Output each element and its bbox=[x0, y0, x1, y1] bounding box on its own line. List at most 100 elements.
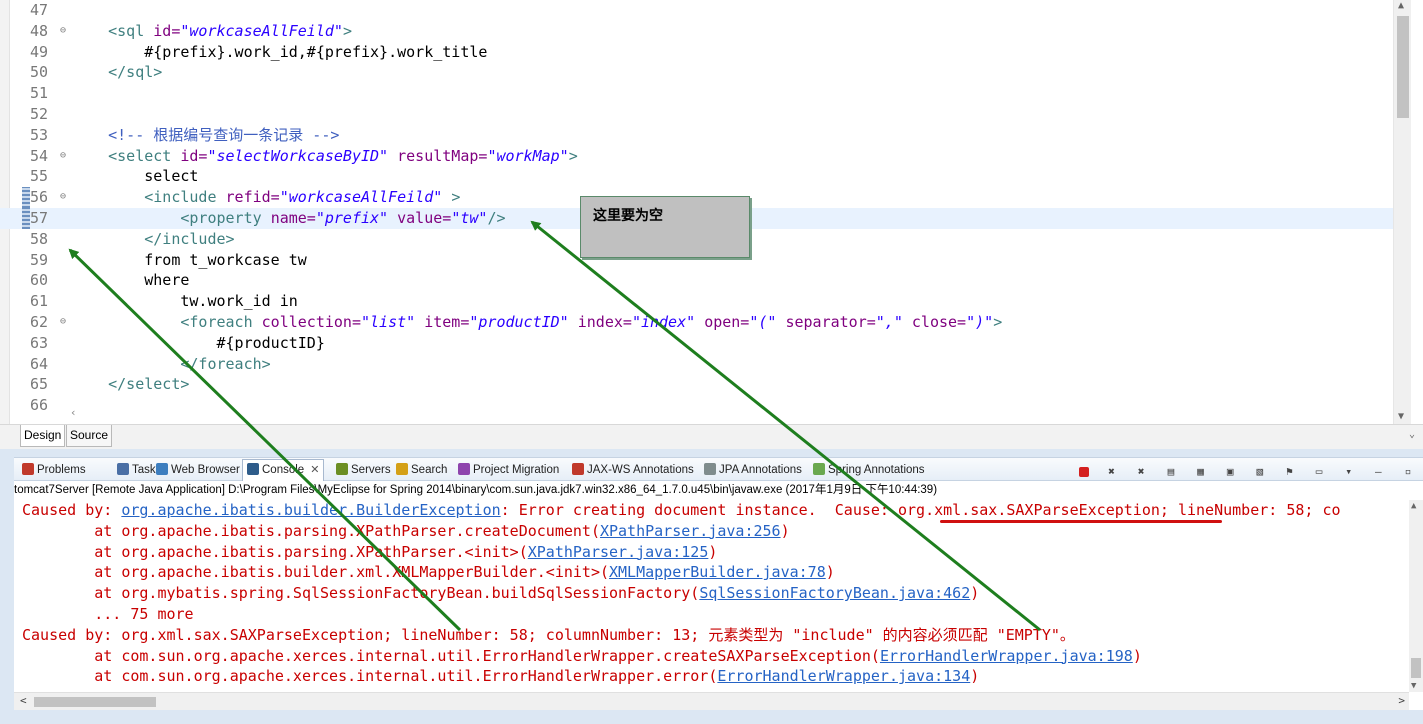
code-text[interactable]: </include> bbox=[72, 229, 234, 250]
code-line[interactable]: 65 </select> bbox=[0, 374, 1393, 395]
code-line[interactable]: 60 where bbox=[0, 270, 1393, 291]
code-line[interactable]: 48 ⊖ <sql id="workcaseAllFeild"> bbox=[0, 21, 1393, 42]
console-hscroll-thumb[interactable] bbox=[34, 697, 156, 707]
fold-toggle-icon[interactable]: ⊖ bbox=[60, 187, 66, 208]
stacktrace-link[interactable]: SqlSessionFactoryBean.java:462 bbox=[699, 584, 970, 602]
word-wrap-icon[interactable]: ▣ bbox=[1223, 465, 1237, 479]
fold-toggle-icon[interactable]: ⊖ bbox=[60, 312, 66, 333]
console-line: at com.sun.org.apache.xerces.internal.ut… bbox=[22, 666, 979, 687]
code-text[interactable]: <!-- 根据编号查询一条记录 --> bbox=[72, 125, 339, 146]
stacktrace-link[interactable]: ErrorHandlerWrapper.java:198 bbox=[880, 647, 1133, 665]
fold-toggle-icon[interactable]: ⊖ bbox=[60, 146, 66, 167]
terminate-icon[interactable] bbox=[1078, 466, 1089, 477]
stacktrace-link[interactable]: ErrorHandlerWrapper.java:134 bbox=[717, 667, 970, 685]
code-text[interactable]: tw.work_id in bbox=[72, 291, 297, 312]
code-text[interactable]: </select> bbox=[72, 374, 189, 395]
console-output[interactable]: Caused by: org.apache.ibatis.builder.Bui… bbox=[14, 500, 1409, 692]
code-text[interactable]: <include refid="workcaseAllFeild" > bbox=[72, 187, 460, 208]
code-text[interactable]: <foreach collection="list" item="product… bbox=[72, 312, 1002, 333]
tab-web-browser[interactable]: Web Browser bbox=[156, 461, 240, 479]
code-line[interactable]: 47 bbox=[0, 0, 1393, 21]
code-text[interactable]: from t_workcase tw bbox=[72, 250, 307, 271]
code-line[interactable]: 54 ⊖ <select id="selectWorkcaseByID" resu… bbox=[0, 146, 1393, 167]
console-text: at com.sun.org.apache.xerces.internal.ut… bbox=[22, 667, 718, 686]
code-text[interactable]: <property name="prefix" value="tw"/> bbox=[72, 208, 505, 229]
fold-toggle-icon[interactable]: ⊖ bbox=[60, 21, 66, 42]
tab-servers[interactable]: Servers bbox=[336, 461, 391, 479]
tab-spring-annotations[interactable]: Spring Annotations bbox=[813, 461, 925, 479]
code-token: </sql> bbox=[108, 63, 163, 82]
stacktrace-link[interactable]: XMLMapperBuilder.java:78 bbox=[609, 563, 826, 581]
code-text[interactable]: </sql> bbox=[72, 62, 162, 83]
chevron-down-icon[interactable]: ⌄ bbox=[1409, 429, 1415, 440]
change-marker bbox=[22, 187, 30, 208]
tab-search[interactable]: Search bbox=[396, 461, 447, 479]
editor-horizontal-scrollbar[interactable]: ‹ bbox=[70, 406, 1393, 422]
tab-tasks[interactable]: Tasks bbox=[117, 461, 161, 479]
tab-source[interactable]: Source bbox=[66, 425, 113, 447]
view-tab-label: Project Migration bbox=[473, 464, 560, 476]
editor-scroll-thumb[interactable] bbox=[1397, 16, 1409, 118]
maximize-icon[interactable]: ▫ bbox=[1401, 465, 1415, 479]
code-line[interactable]: 50 </sql> bbox=[0, 62, 1393, 83]
code-text[interactable]: </foreach> bbox=[72, 354, 270, 375]
code-text[interactable]: <select id="selectWorkcaseByID" resultMa… bbox=[72, 146, 578, 167]
code-token: value= bbox=[397, 209, 452, 227]
remove-launch-icon[interactable]: ✖ bbox=[1105, 465, 1119, 479]
code-text[interactable]: <sql id="workcaseAllFeild"> bbox=[72, 21, 352, 42]
console-text: at org.apache.ibatis.parsing.XPathParser… bbox=[22, 521, 600, 540]
tab-project-migration[interactable]: Project Migration bbox=[458, 461, 559, 479]
tab-design[interactable]: Design bbox=[20, 425, 66, 447]
line-number: 65 bbox=[30, 375, 49, 394]
code-line[interactable]: 53 <!-- 根据编号查询一条记录 --> bbox=[0, 125, 1393, 146]
scroll-right-icon[interactable]: > bbox=[1398, 694, 1405, 707]
remove-all-icon[interactable]: ✖ bbox=[1134, 465, 1148, 479]
minimize-icon[interactable]: – bbox=[1371, 465, 1385, 479]
display-console-icon[interactable]: ▭ bbox=[1312, 465, 1326, 479]
scroll-up-icon[interactable]: ▲ bbox=[1398, 0, 1404, 11]
tab-console[interactable]: Console ✕ bbox=[242, 459, 325, 481]
scroll-lock-icon[interactable]: ▦ bbox=[1194, 465, 1208, 479]
code-text[interactable]: select bbox=[72, 166, 198, 187]
code-text[interactable]: #{prefix}.work_id,#{prefix}.work_title bbox=[72, 42, 487, 63]
code-line[interactable]: 52 bbox=[0, 104, 1393, 125]
problems-icon bbox=[22, 463, 34, 475]
console-line: ... 75 more bbox=[22, 604, 193, 625]
scroll-down-icon[interactable]: ▼ bbox=[1398, 411, 1404, 422]
code-line[interactable]: 63 #{productID} bbox=[0, 333, 1393, 354]
clear-console-icon[interactable]: ▤ bbox=[1164, 465, 1178, 479]
close-icon[interactable]: ✕ bbox=[310, 464, 319, 476]
console-vertical-scrollbar[interactable]: ▲ ▼ bbox=[1409, 500, 1423, 692]
scroll-left-icon[interactable]: ‹ bbox=[70, 406, 77, 419]
console-scroll-thumb[interactable] bbox=[1411, 658, 1421, 678]
code-line[interactable]: 51 bbox=[0, 83, 1393, 104]
code-text[interactable]: where bbox=[72, 270, 189, 291]
stacktrace-link[interactable]: org.apache.ibatis.builder.BuilderExcepti… bbox=[121, 501, 500, 519]
stacktrace-link[interactable]: XPathParser.java:125 bbox=[528, 543, 709, 561]
show-on-output-icon[interactable]: ▧ bbox=[1253, 465, 1267, 479]
code-token: "list" bbox=[361, 313, 416, 331]
code-line[interactable]: 61 tw.work_id in bbox=[0, 291, 1393, 312]
code-line[interactable]: 62 ⊖ <foreach collection="list" item="pro… bbox=[0, 312, 1393, 333]
code-line[interactable]: 49 #{prefix}.work_id,#{prefix}.work_titl… bbox=[0, 42, 1393, 63]
line-number: 60 bbox=[30, 271, 49, 290]
code-line[interactable]: 55 select bbox=[0, 166, 1393, 187]
scroll-left-icon[interactable]: < bbox=[20, 694, 27, 707]
open-console-icon[interactable]: ▾ bbox=[1342, 465, 1356, 479]
console-horizontal-scrollbar[interactable]: < > bbox=[14, 692, 1409, 710]
tab-jax-ws-annotations[interactable]: JAX-WS Annotations bbox=[572, 461, 694, 479]
scroll-up-icon[interactable]: ▲ bbox=[1411, 501, 1416, 511]
tab-problems[interactable]: Problems bbox=[22, 461, 86, 479]
code-token: "selectWorkcaseByID" bbox=[207, 146, 389, 165]
scroll-down-icon[interactable]: ▼ bbox=[1411, 681, 1416, 691]
editor-vertical-scrollbar[interactable]: ▲ ▼ bbox=[1393, 0, 1411, 424]
tab-jpa-annotations[interactable]: JPA Annotations bbox=[704, 461, 802, 479]
code-text[interactable]: #{productID} bbox=[72, 333, 324, 354]
code-line[interactable]: 64 </foreach> bbox=[0, 354, 1393, 375]
pin-console-icon[interactable]: ⚑ bbox=[1282, 465, 1296, 479]
stacktrace-link[interactable]: XPathParser.java:256 bbox=[600, 522, 781, 540]
line-number: 51 bbox=[30, 84, 49, 103]
